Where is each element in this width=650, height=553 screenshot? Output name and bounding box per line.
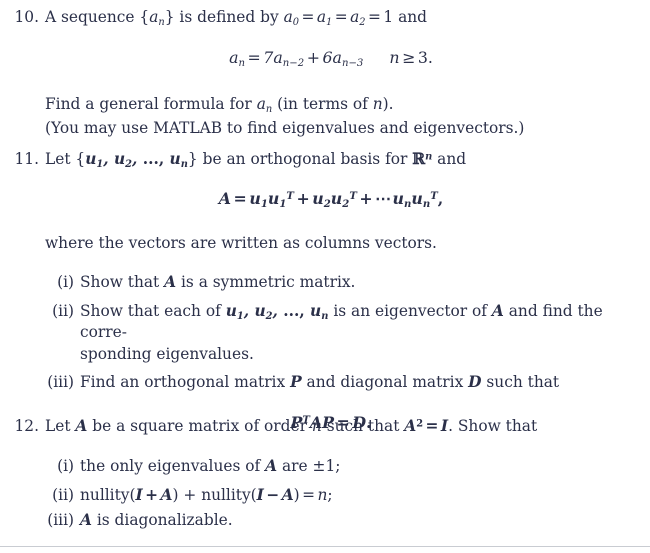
problem-12-subitem-iii-label: (iii)	[47, 511, 74, 529]
problem-11-subitem-i: (i) Show that A is a symmetric matrix.	[0, 272, 650, 294]
problem-10-recurrence: an = 7an−2 +6an−3	[229, 48, 364, 69]
nullity-arg-1: I + A	[135, 485, 173, 504]
problem-11: 11. Let {u1, u2, ..., un} be an orthogon…	[0, 148, 650, 434]
matrix-A-symbol: A	[80, 511, 92, 529]
problem-10-an-inline: an	[256, 95, 273, 115]
problem-10-range-condition: n ≥3.	[389, 48, 433, 67]
problem-11-display-equation: A = u1u1T + u2u2T + ⋯ ununT,	[0, 188, 650, 210]
nullity-result: n	[317, 485, 328, 504]
problem-10-stem-suffix: and	[393, 8, 428, 26]
problem-12-subitem-ii-label: (ii)	[52, 485, 74, 504]
problem-11-stem: 11. Let {u1, u2, ..., un} be an orthogon…	[0, 148, 650, 170]
problem-12-condition: A2 = I	[404, 417, 449, 435]
problem-11-basis-vectors: u1, u2, ..., un	[85, 150, 188, 170]
order-n-symbol: n	[311, 417, 322, 435]
problem-10-number: 10.	[14, 8, 39, 26]
problem-11-matrix-A-definition: A = u1u1T + u2u2T + ⋯ ununT,	[218, 189, 444, 210]
nullity-function-1: nullity(	[80, 485, 136, 504]
problem-12-subitem-i-label: (i)	[57, 457, 74, 475]
matrix-D-symbol: D	[468, 373, 482, 391]
matrix-A-symbol: A	[75, 417, 88, 435]
problem-12-stem-text: Let A be a square matrix of order n such…	[45, 417, 538, 435]
nullity-arg-2: I − A	[256, 485, 294, 504]
nullity-function-2: nullity(	[201, 485, 257, 504]
problem-11-subitem-ii-text: Show that each of u1, u2, ..., un is an …	[80, 301, 603, 363]
problem-10-stem-text: A sequence {an} is defined by a0 = a1 = a2 = 1…	[45, 6, 642, 28]
matrix-P-symbol: P	[290, 373, 302, 391]
problem-12: 12. Let A be a square matrix of order n …	[0, 415, 650, 532]
problem-12-number: 12.	[14, 417, 39, 435]
matrix-A-symbol: A	[491, 301, 504, 320]
page-bottom-divider	[0, 546, 650, 547]
problem-12-subitem-iii-text: A is diagonalizable.	[80, 511, 233, 529]
problem-12-subitem-ii: (ii) nullity(I + A) + nullity(I − A) = n;	[0, 485, 650, 507]
problem-11-subitem-iii-label: (iii)	[47, 373, 74, 391]
problem-11-subitem-iii: (iii) Find an orthogonal matrix P and di…	[0, 372, 650, 394]
problem-10-stem-mid: } is defined by	[164, 8, 284, 26]
problem-11-subitem-iii-text: Find an orthogonal matrix P and diagonal…	[80, 373, 560, 391]
problem-12-subitem-i-text: the only eigenvalues of A are ±1;	[80, 457, 341, 475]
problem-10-n-inline: n	[372, 95, 383, 113]
problem-11-subitem-ii-label: (ii)	[52, 301, 74, 320]
problem-12-subitem-i: (i) the only eigenvalues of A are ±1;	[0, 456, 650, 478]
problem-10-line-matlab-note: (You may use MATLAB to find eigenvalues …	[45, 119, 525, 137]
document-page: 10. A sequence {an} is defined by a0 = a1 =…	[0, 0, 650, 553]
problem-10-stem-prefix: A sequence {	[45, 8, 150, 26]
problem-11-basis-vectors-list: u1, u2, ..., un	[225, 301, 329, 322]
problem-10-stem: 10. A sequence {an} is defined by a0 = a1 =…	[0, 6, 650, 28]
problem-11-stem-text: Let {u1, u2, ..., un} be an orthogonal b…	[45, 150, 467, 170]
matrix-A-symbol: A	[265, 457, 278, 475]
problem-10-initial-conditions: a0 = a1 = a2 = 1	[283, 8, 394, 28]
problem-10-display-equation: an = 7an−2 +6an−3 n ≥3.	[0, 47, 650, 69]
problem-10: 10. A sequence {an} is defined by a0 = a1 =…	[0, 6, 650, 139]
problem-10-sequence-symbol: an	[149, 8, 165, 28]
matrix-A-symbol: A	[164, 273, 177, 291]
problem-11-subitem-ii: (ii) Show that each of u1, u2, ..., un i…	[0, 301, 650, 366]
problem-11-real-space: ℝn	[412, 150, 433, 168]
problem-11-subitem-i-text: Show that A is a symmetric matrix.	[80, 273, 356, 291]
problem-11-line-where: where the vectors are written as columns…	[45, 234, 437, 252]
problem-12-stem: 12. Let A be a square matrix of order n …	[0, 415, 650, 437]
eigenvalue-values: ±1;	[312, 457, 341, 475]
problem-10-line-find-formula: Find a general formula for an (in terms …	[45, 95, 394, 115]
problem-11-subitem-i-label: (i)	[57, 273, 74, 291]
problem-11-number: 11.	[14, 150, 39, 168]
problem-12-subitem-iii: (iii) A is diagonalizable.	[0, 510, 650, 532]
problem-12-subitem-ii-text: nullity(I + A) + nullity(I − A) = n;	[80, 485, 333, 504]
